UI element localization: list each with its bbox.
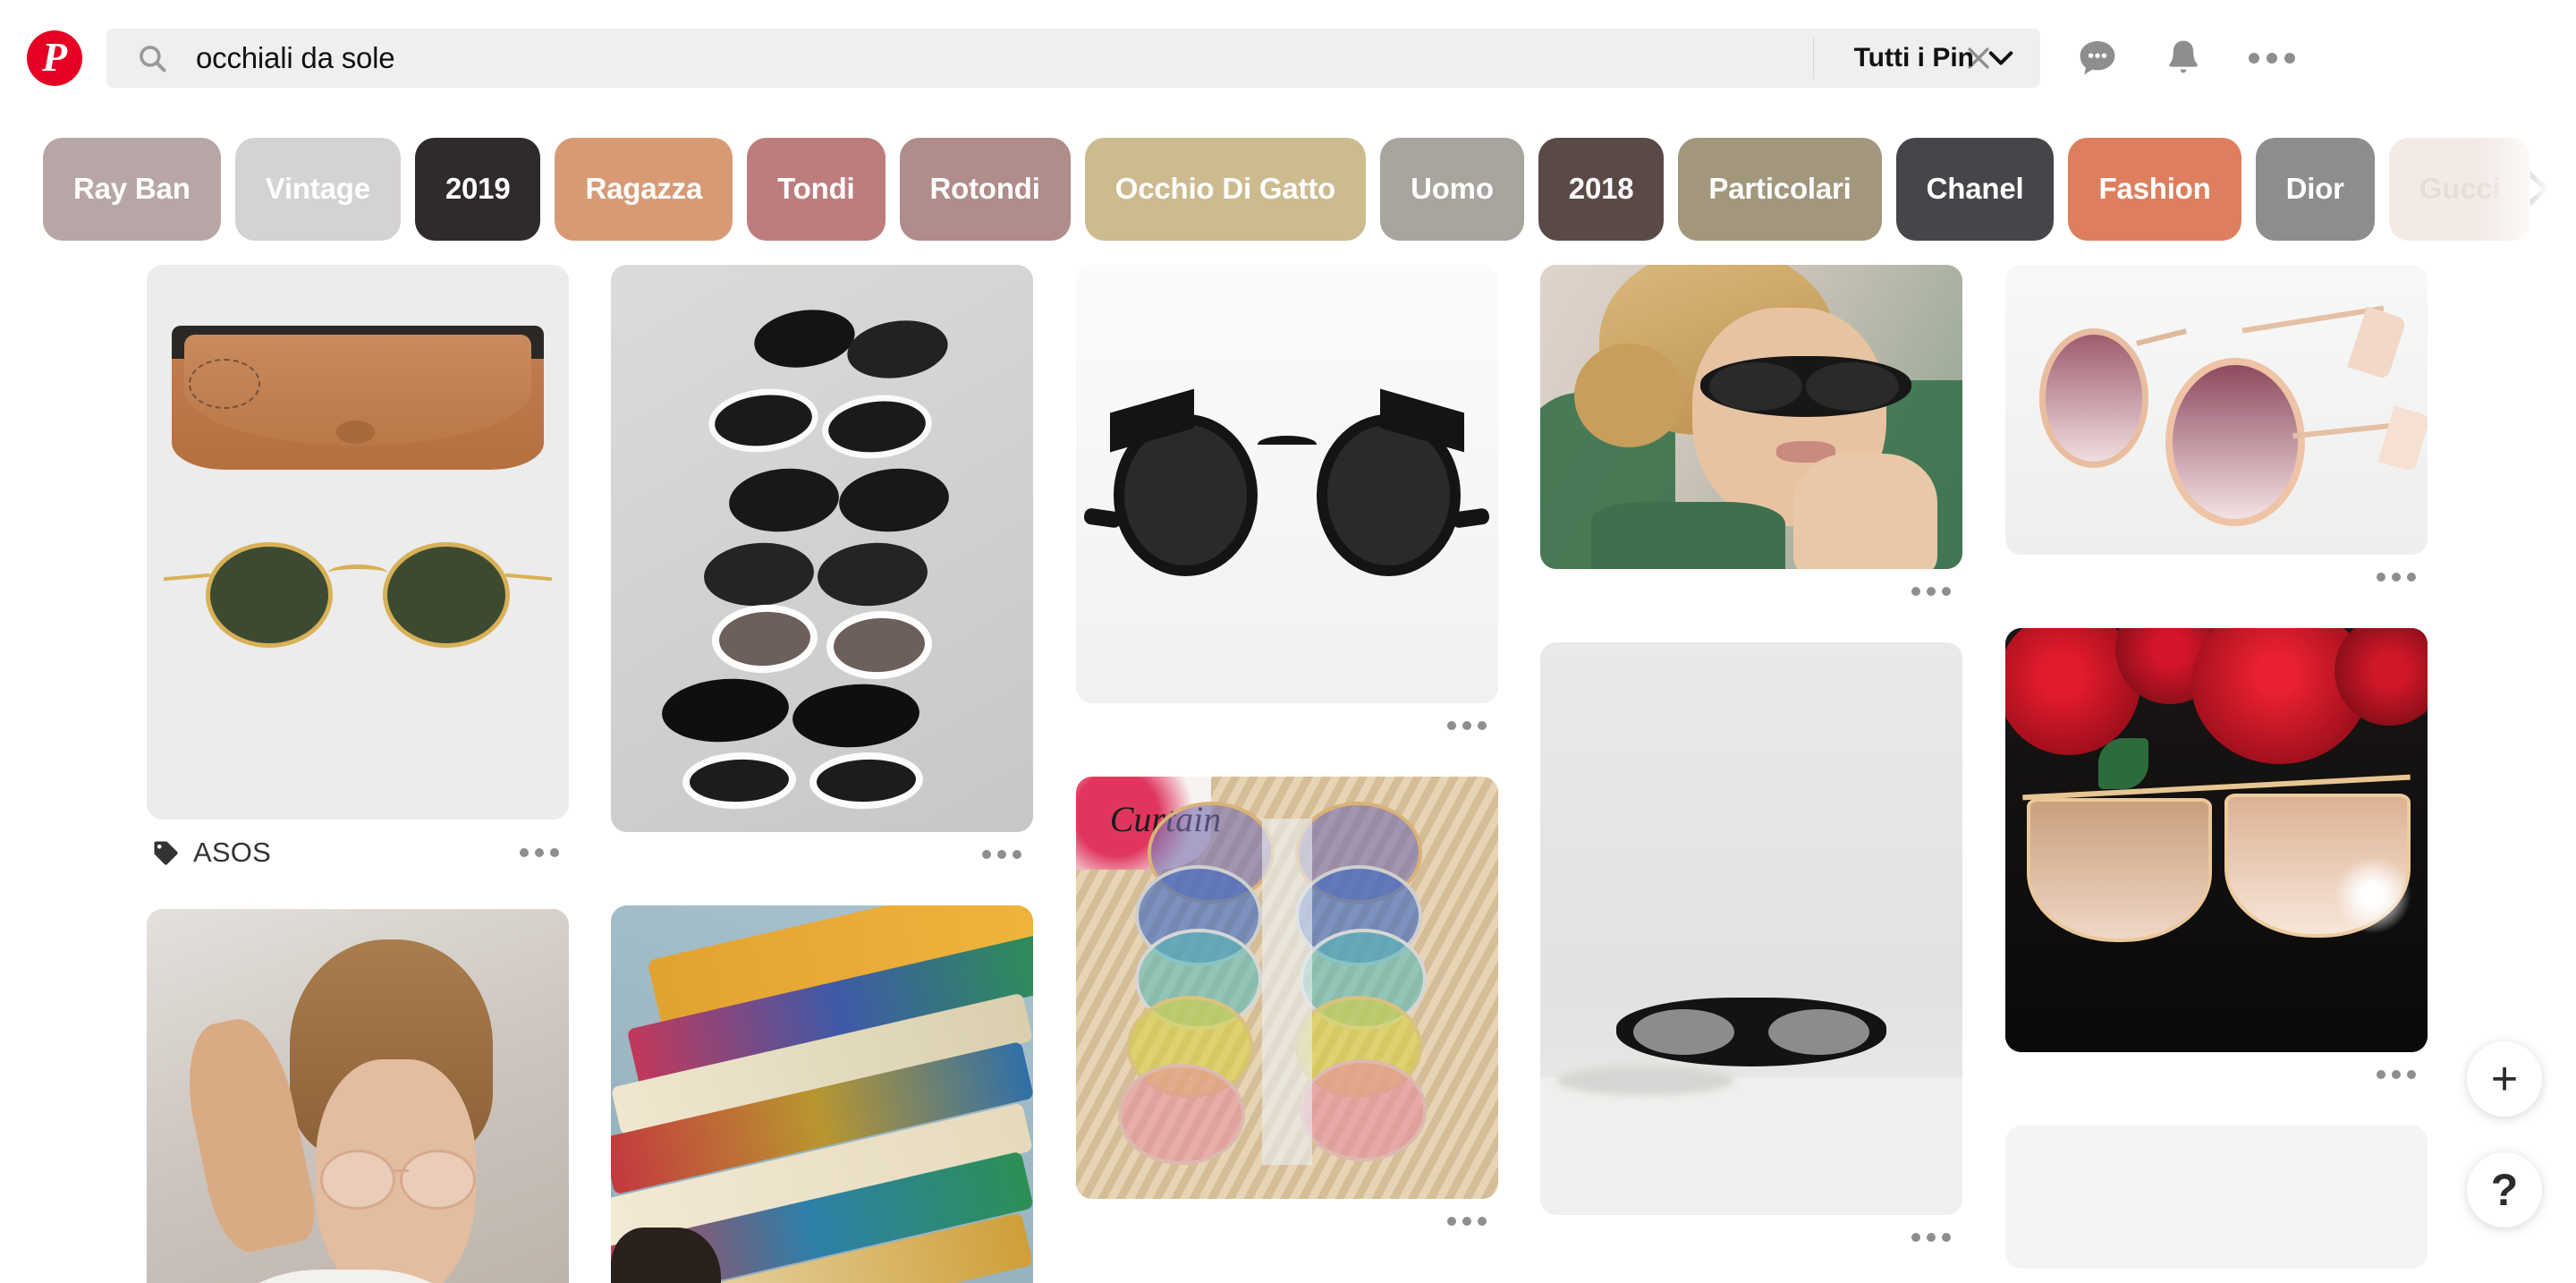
filter-chip-dior[interactable]: Dior	[2255, 137, 2375, 241]
pin-menu-icon[interactable]	[1911, 585, 1952, 598]
filter-chip-ragazza[interactable]: Ragazza	[555, 137, 733, 241]
pin-source-label: ASOS	[193, 837, 271, 868]
pin-menu-icon[interactable]	[1911, 1231, 1952, 1244]
pinterest-logo[interactable]: P	[27, 30, 82, 86]
plus-icon: +	[2490, 1053, 2519, 1105]
pin-image-rose-round[interactable]	[2005, 265, 2428, 555]
pin-image-bw-cateye[interactable]	[611, 265, 1033, 832]
pin-card[interactable]	[611, 905, 1033, 1283]
pin-card[interactable]	[2005, 1126, 2428, 1269]
filter-chip-uomo[interactable]: Uomo	[1380, 137, 1524, 241]
pin-column-5	[2005, 265, 2428, 1283]
filter-chip-chanel[interactable]: Chanel	[1895, 137, 2055, 241]
pin-menu-icon[interactable]	[981, 848, 1022, 861]
pin-actions-row	[1076, 703, 1498, 753]
filter-chip-particolari[interactable]: Particolari	[1678, 137, 1882, 241]
help-button[interactable]: ?	[2467, 1152, 2542, 1228]
search-scope-label: Tutti i Pin	[1853, 43, 1974, 72]
more-options-icon[interactable]	[2248, 50, 2296, 66]
filter-chip-2019[interactable]: 2019	[414, 137, 541, 241]
search-input[interactable]: occhiali da sole	[196, 41, 395, 75]
filter-chip-gucci[interactable]: Gucci	[2388, 137, 2531, 241]
pin-card[interactable]	[1076, 265, 1498, 753]
pin-image-rainbow-round[interactable]: Curtain	[1076, 777, 1498, 1199]
pin-card[interactable]	[611, 265, 1033, 882]
filter-chip-fashion[interactable]: Fashion	[2068, 137, 2241, 241]
pin-column-1: ASOS	[147, 265, 569, 1283]
filter-chip-rotondi[interactable]: Rotondi	[899, 137, 1071, 241]
pin-source-row: ASOS	[147, 820, 569, 886]
pin-actions-row	[1540, 1215, 1962, 1265]
top-navigation-bar: P occhiali da sole Tutti i Pin	[0, 0, 2576, 116]
filter-chip-vintage[interactable]: Vintage	[234, 137, 401, 241]
pin-card[interactable]: ASOS	[147, 265, 569, 886]
filter-chip-ray-ban[interactable]: Ray Ban	[43, 137, 221, 241]
pin-image-clear-glasses[interactable]	[147, 909, 569, 1283]
pin-image-rayban-case[interactable]	[147, 265, 569, 820]
pin-menu-icon[interactable]	[1446, 1215, 1487, 1228]
pin-card[interactable]	[147, 909, 569, 1283]
pin-actions-row	[611, 832, 1033, 882]
pin-image-slim-cateye[interactable]	[1540, 642, 1962, 1215]
pin-actions-row	[1540, 569, 1962, 619]
filter-chip-tondi[interactable]: Tondi	[747, 137, 886, 241]
filter-chip-occhio-di-gatto[interactable]: Occhio Di Gatto	[1084, 137, 1367, 241]
search-bar[interactable]: occhiali da sole Tutti i Pin	[106, 29, 2040, 88]
create-pin-button[interactable]: +	[2467, 1041, 2542, 1117]
search-divider	[1813, 38, 1814, 79]
pin-card[interactable]	[2005, 265, 2428, 605]
pin-menu-icon[interactable]	[2376, 1068, 2417, 1081]
header-actions	[2076, 37, 2296, 80]
pin-menu-icon[interactable]	[519, 846, 560, 859]
pinterest-logo-glyph: P	[41, 33, 68, 80]
pin-actions-row	[1076, 1199, 1498, 1249]
pin-column-2	[611, 265, 1033, 1283]
filter-chip-bar: Ray Ban Vintage 2019 Ragazza Tondi Rotondi Occ…	[0, 132, 2576, 245]
search-icon	[140, 46, 166, 72]
pin-results-grid: ASOS	[0, 265, 2576, 1283]
pin-image-beaded-hat[interactable]	[611, 905, 1033, 1283]
pin-menu-icon[interactable]	[2376, 571, 2417, 583]
pin-card[interactable]	[1540, 642, 1962, 1265]
messages-icon[interactable]	[2076, 37, 2119, 80]
price-tag-icon	[154, 841, 178, 865]
pin-image-blonde-model[interactable]	[1540, 265, 1962, 569]
search-scope-dropdown[interactable]: Tutti i Pin	[1854, 43, 2013, 73]
notifications-icon[interactable]	[2162, 37, 2205, 80]
pin-card[interactable]	[2005, 628, 2428, 1102]
question-mark-icon: ?	[2490, 1165, 2519, 1215]
pin-actions-row	[2005, 1052, 2428, 1102]
pin-image-black-round[interactable]	[1076, 265, 1498, 703]
filter-chip-2018[interactable]: 2018	[1538, 137, 1665, 241]
pin-image-placeholder[interactable]	[2005, 1126, 2428, 1269]
pin-column-4	[1540, 265, 1962, 1283]
pin-menu-icon[interactable]	[1446, 719, 1487, 732]
pin-actions-row	[2005, 555, 2428, 605]
chevron-down-icon	[1988, 51, 2013, 65]
pin-image-roses-mirror[interactable]	[2005, 628, 2428, 1052]
pin-column-3: Curtain	[1076, 265, 1498, 1272]
pin-card[interactable]	[1540, 265, 1962, 619]
pin-card[interactable]: Curtain	[1076, 777, 1498, 1249]
